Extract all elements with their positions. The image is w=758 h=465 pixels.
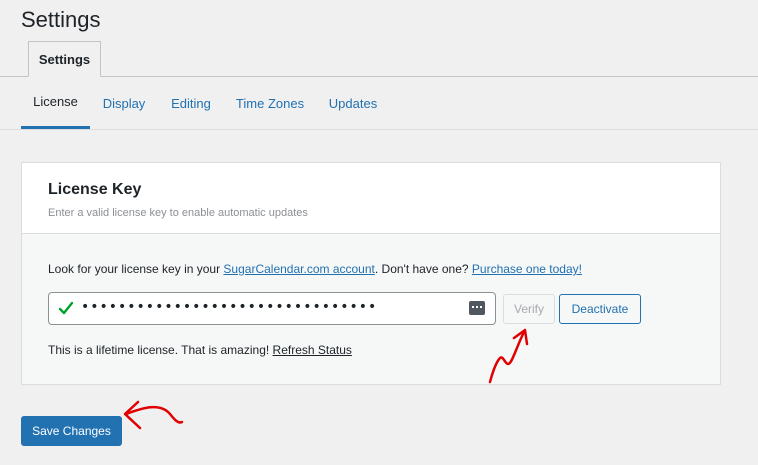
deactivate-button[interactable]: Deactivate bbox=[559, 294, 641, 324]
license-key-value: •••••••••••••••••••••••••••••••• bbox=[81, 299, 378, 315]
account-link[interactable]: SugarCalendar.com account bbox=[223, 262, 374, 276]
tab-display[interactable]: Display bbox=[100, 77, 148, 130]
license-status-text: This is a lifetime license. That is amaz… bbox=[48, 343, 352, 357]
license-card-title: License Key bbox=[48, 181, 142, 198]
tab-time-zones[interactable]: Time Zones bbox=[234, 77, 306, 130]
refresh-status-link[interactable]: Refresh Status bbox=[273, 343, 352, 357]
license-status-message: This is a lifetime license. That is amaz… bbox=[48, 343, 273, 357]
tab-editing[interactable]: Editing bbox=[168, 77, 214, 130]
password-manager-icon[interactable] bbox=[469, 301, 485, 315]
license-help-prefix: Look for your license key in your bbox=[48, 262, 224, 276]
license-card-header: License Key Enter a valid license key to… bbox=[22, 163, 720, 234]
purchase-link[interactable]: Purchase one today! bbox=[472, 262, 582, 276]
tab-license[interactable]: License bbox=[21, 77, 90, 129]
license-help-middle: . Don't have one? bbox=[374, 262, 472, 276]
license-help-text: Look for your license key in your SugarC… bbox=[48, 262, 582, 276]
license-key-input[interactable]: •••••••••••••••••••••••••••••••• bbox=[48, 292, 496, 325]
tab-updates[interactable]: Updates bbox=[326, 77, 380, 130]
verify-button[interactable]: Verify bbox=[503, 294, 555, 324]
save-changes-button[interactable]: Save Changes bbox=[21, 416, 122, 446]
tab-settings[interactable]: Settings bbox=[28, 41, 101, 77]
annotation-arrow-save bbox=[123, 400, 184, 430]
license-card-body: Look for your license key in your SugarC… bbox=[22, 234, 720, 384]
license-card: License Key Enter a valid license key to… bbox=[21, 162, 721, 385]
license-card-description: Enter a valid license key to enable auto… bbox=[48, 207, 308, 219]
page-title: Settings bbox=[21, 7, 101, 32]
sub-tab-bar: License Display Editing Time Zones Updat… bbox=[0, 77, 758, 130]
top-tab-bar: Settings bbox=[0, 41, 758, 77]
checkmark-icon bbox=[59, 301, 73, 315]
